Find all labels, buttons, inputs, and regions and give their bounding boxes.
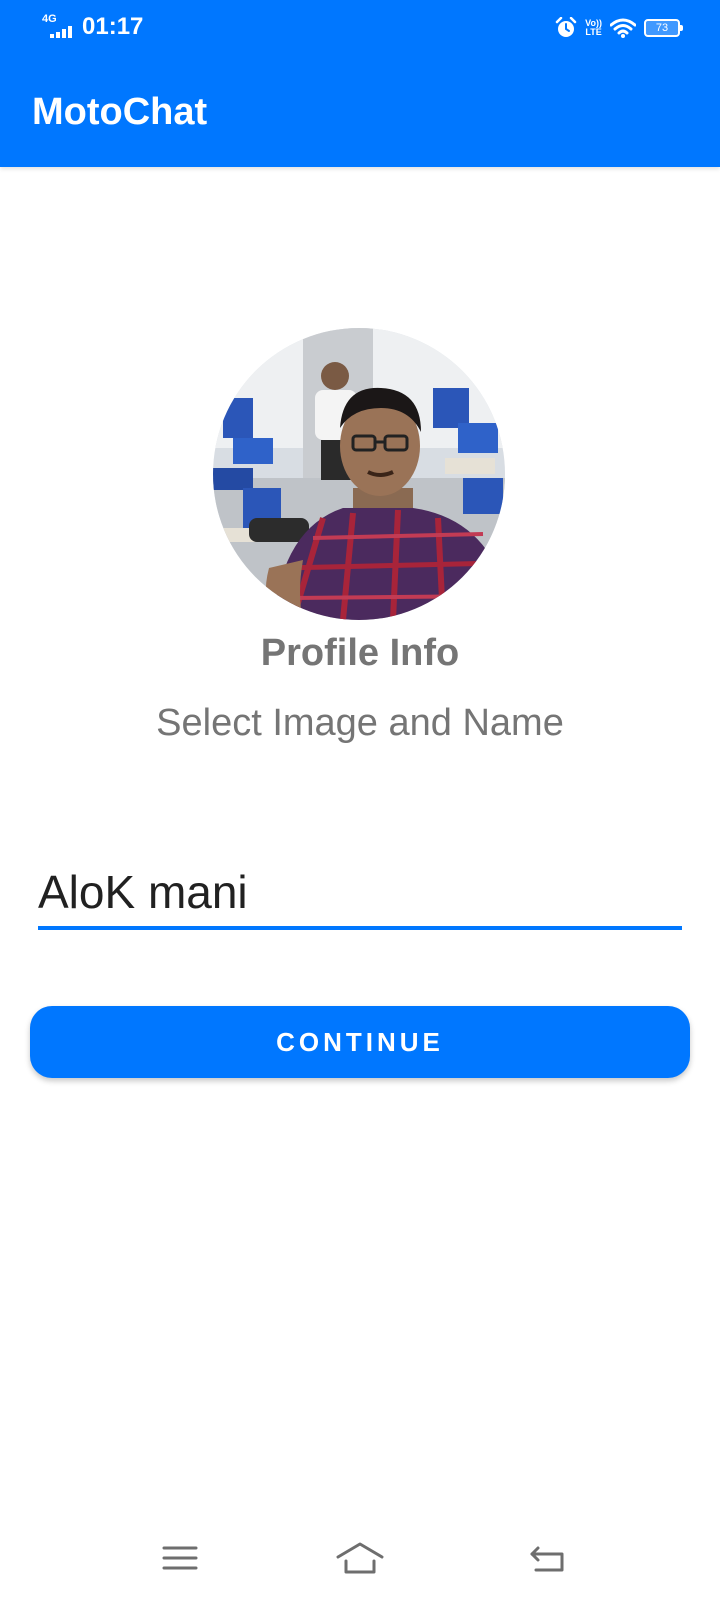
system-nav-bar: [0, 1530, 720, 1586]
profile-subtitle: Select Image and Name: [156, 702, 564, 744]
app-title: MotoChat: [32, 91, 208, 133]
wifi-icon: [610, 18, 636, 38]
home-icon: [336, 1542, 384, 1574]
alarm-icon: [555, 17, 577, 37]
back-button[interactable]: [524, 1540, 572, 1576]
volte-indicator: Vo)) LTE: [585, 19, 602, 37]
status-bar: 4G 01:17 Vo)) LTE 73: [0, 0, 720, 56]
network-type-label: 4G: [42, 13, 57, 25]
cell-signal-icon: [50, 26, 72, 38]
menu-button[interactable]: [156, 1540, 204, 1576]
name-input[interactable]: [38, 858, 682, 930]
status-time: 01:17: [82, 13, 144, 40]
home-button[interactable]: [336, 1540, 384, 1576]
back-icon: [530, 1546, 564, 1572]
continue-button[interactable]: CONTINUE: [30, 1006, 690, 1078]
menu-icon: [162, 1546, 198, 1570]
profile-title: Profile Info: [260, 632, 460, 674]
profile-avatar[interactable]: [213, 328, 505, 620]
status-icons: Vo)) LTE 73: [555, 16, 683, 40]
network-indicator: 4G: [42, 14, 74, 40]
profile-photo: [213, 328, 505, 620]
volte-bottom-label: LTE: [585, 27, 602, 37]
app-header: 4G 01:17 Vo)) LTE 73 MotoChat: [0, 0, 720, 167]
battery-level: 73: [655, 22, 669, 34]
battery-icon: 73: [644, 19, 683, 37]
profile-info-screen: 4G 01:17 Vo)) LTE 73 MotoChat Profile In…: [0, 0, 720, 1600]
